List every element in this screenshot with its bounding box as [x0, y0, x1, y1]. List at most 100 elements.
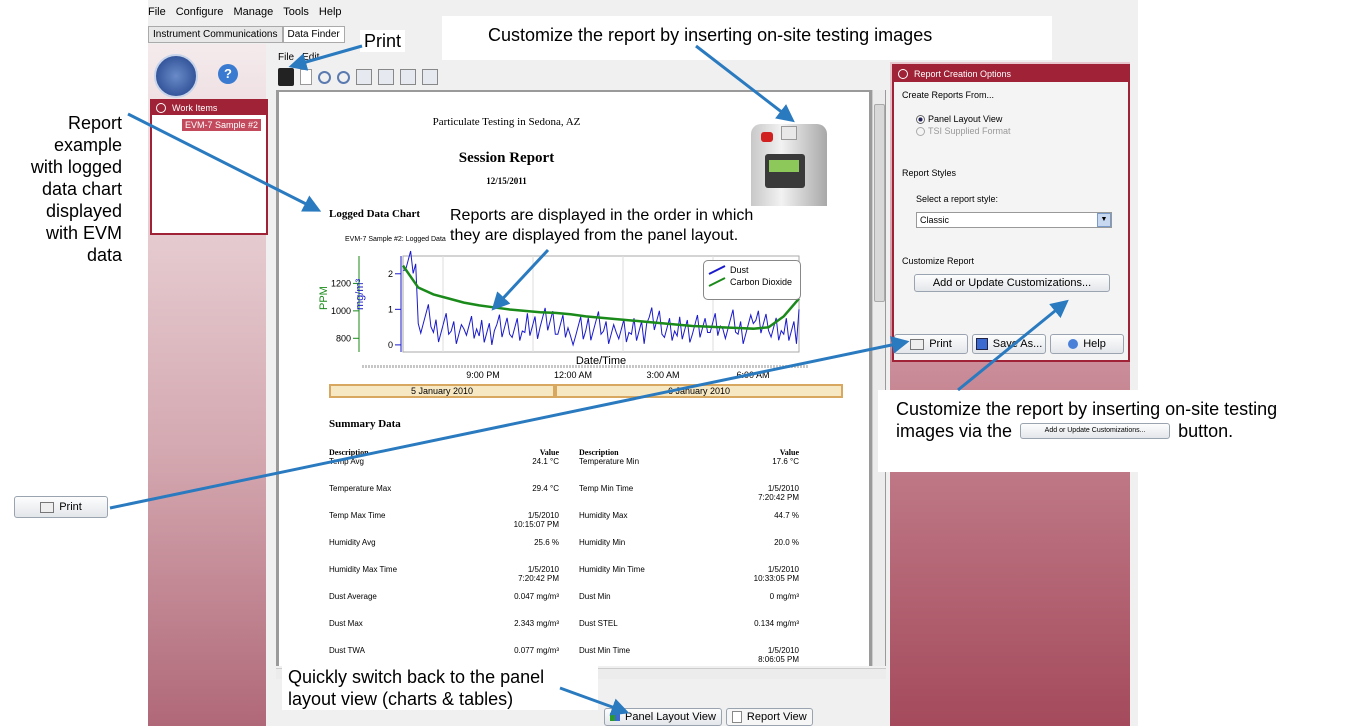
summary-row: Temp Max Time 1/5/2010 10:15:07 PM Humidit…: [329, 511, 799, 538]
two-page-icon[interactable]: [422, 69, 438, 85]
work-items-panel: Work Items EVM-7 Sample #2: [150, 99, 268, 235]
printer-icon: [40, 501, 55, 513]
menu-bar: File Configure Manage Tools Help: [148, 6, 342, 20]
page-icon[interactable]: [300, 69, 312, 85]
summary-header-value-2: Value: [779, 448, 799, 457]
summary-value: 0.134 mg/m³: [754, 619, 799, 628]
date-band: 5 January 2010 6 January 2010: [329, 384, 843, 398]
summary-title: Summary Data: [329, 418, 401, 430]
styles-label: Report Styles: [902, 168, 957, 178]
radio-unselected-icon: [916, 126, 925, 136]
work-item-selected[interactable]: EVM-7 Sample #2: [182, 119, 262, 131]
scroll-thumb[interactable]: [874, 104, 885, 302]
bottom-tabs: Panel Layout View Report View: [604, 708, 813, 726]
zoom-out-icon[interactable]: [337, 70, 350, 84]
annotation-customize-top: Customize the report by inserting on-sit…: [442, 16, 1052, 60]
report-menu: File Edit: [278, 52, 319, 63]
options-header: Report Creation Options: [894, 66, 1128, 82]
help-button[interactable]: Help: [1050, 334, 1124, 354]
add-update-customizations-button[interactable]: Add or Update Customizations...: [914, 274, 1110, 292]
y-left-label: PPM: [319, 286, 330, 310]
menu-manage[interactable]: Manage: [233, 6, 273, 20]
print-button-label: Print: [929, 338, 952, 350]
help-button-label: Help: [1083, 338, 1106, 350]
summary-value: 24.1 °C: [532, 457, 559, 466]
zoom-in-icon[interactable]: [318, 70, 331, 84]
chart-legend: Dust Carbon Dioxide: [703, 260, 801, 300]
report-options-panel: Report Creation Options Create Reports F…: [892, 64, 1130, 362]
y-left-tick-label: 800: [336, 333, 351, 343]
summary-desc: Dust TWA: [329, 646, 366, 655]
fit-page-icon[interactable]: [356, 69, 372, 85]
report-view-tab[interactable]: Report View: [725, 708, 813, 726]
radio-tsi-format[interactable]: TSI Supplied Format: [916, 126, 1128, 136]
legend-carbon-dioxide: Carbon Dioxide: [730, 277, 793, 287]
help-icon[interactable]: ?: [218, 64, 238, 84]
summary-row: Dust TWA 0.077 mg/m³ Dust Min Time 1/5/2010…: [329, 646, 799, 666]
annotation-customize-bottom-line3: button.: [1178, 421, 1234, 441]
annotation-report-example: Report example with logged data chart di…: [30, 113, 122, 265]
collapse-icon[interactable]: [156, 103, 166, 113]
sidebar: ? Work Items EVM-7 Sample #2: [148, 44, 268, 726]
report-toolbar: [278, 66, 878, 88]
section-chart-title: Logged Data Chart: [329, 208, 421, 220]
x-tick-label: 3:00 AM: [646, 370, 679, 380]
summary-value: 0.077 mg/m³: [514, 646, 559, 655]
style-select[interactable]: Classic ▼: [916, 212, 1112, 228]
collapse-icon[interactable]: [898, 69, 908, 79]
y-right-tick-label: 0: [388, 340, 393, 350]
summary-value: 17.6 °C: [772, 457, 799, 466]
tab-instrument-communications[interactable]: Instrument Communications: [148, 26, 283, 43]
summary-header-desc-1: Description: [329, 448, 369, 457]
summary-desc: Temp Avg: [329, 457, 364, 466]
vertical-scrollbar[interactable]: [872, 90, 885, 666]
menu-help[interactable]: Help: [319, 6, 342, 20]
menu-tools[interactable]: Tools: [283, 6, 309, 20]
annotation-customize-bottom-line1: Customize the report by inserting on-sit…: [896, 399, 1278, 419]
annotation-customize-bottom-line2: images via the: [896, 421, 1013, 441]
x-tick-label: 9:00 PM: [466, 370, 500, 380]
summary-desc: Humidity Max Time: [329, 565, 398, 574]
summary-value: 25.6 %: [534, 538, 559, 547]
summary-value: 0 mg/m³: [769, 592, 799, 601]
chart-subtitle: EVM-7 Sample #2: Logged Data: [345, 236, 446, 243]
summary-desc: Humidity Avg: [329, 538, 376, 547]
app-tabs: Instrument Communications Data Finder: [148, 26, 345, 43]
print-button[interactable]: Print: [894, 334, 968, 354]
home-button[interactable]: [154, 54, 198, 98]
save-as-button-label: Save As...: [992, 338, 1043, 350]
tab-data-finder[interactable]: Data Finder: [282, 26, 345, 43]
fit-width-icon[interactable]: [378, 69, 394, 85]
summary-desc: Temperature Min: [579, 457, 640, 466]
save-icon: [975, 338, 988, 350]
menu-configure[interactable]: Configure: [176, 6, 224, 20]
summary-header-desc-2: Description: [579, 448, 619, 457]
summary-row: Temp Avg 24.1 °C Temperature Min 17.6 °C: [329, 457, 799, 484]
annotation-customize-bottom: Customize the report by inserting on-sit…: [878, 390, 1346, 472]
report-viewport: Particulate Testing in Sedona, AZ Sessio…: [276, 90, 886, 666]
print-icon[interactable]: [278, 68, 294, 86]
x-tick-label: 12:00 AM: [554, 370, 592, 380]
summary-desc: Dust Min Time: [579, 646, 631, 655]
chevron-down-icon[interactable]: ▼: [1097, 213, 1111, 227]
radio-selected-icon: [916, 114, 925, 124]
x-tick-label: 6:00 AM: [736, 370, 769, 380]
menu-file[interactable]: File: [148, 6, 166, 20]
y-left-tick-label: 1000: [331, 306, 351, 316]
summary-desc: Temp Min Time: [579, 484, 634, 493]
panel-layout-view-tab[interactable]: Panel Layout View: [604, 708, 722, 726]
report-date: 12/15/2011: [486, 176, 527, 186]
report-menu-edit[interactable]: Edit: [302, 52, 319, 63]
date-band-1: 5 January 2010: [329, 384, 555, 398]
report-view-label: Report View: [746, 711, 807, 723]
annotation-print-button-label: Print: [59, 501, 82, 513]
create-from-label: Create Reports From...: [902, 90, 995, 100]
radio-tsi-format-label: TSI Supplied Format: [928, 126, 1011, 136]
report-menu-file[interactable]: File: [278, 52, 294, 63]
summary-value: 1/5/2010 7:20:42 PM: [758, 484, 799, 502]
save-as-button[interactable]: Save As...: [972, 334, 1046, 354]
summary-header-row: Description Value Description Value: [329, 448, 799, 457]
radio-panel-layout[interactable]: Panel Layout View: [916, 114, 1128, 124]
single-page-icon[interactable]: [400, 69, 416, 85]
annotation-print-button-image: Print: [14, 496, 108, 518]
